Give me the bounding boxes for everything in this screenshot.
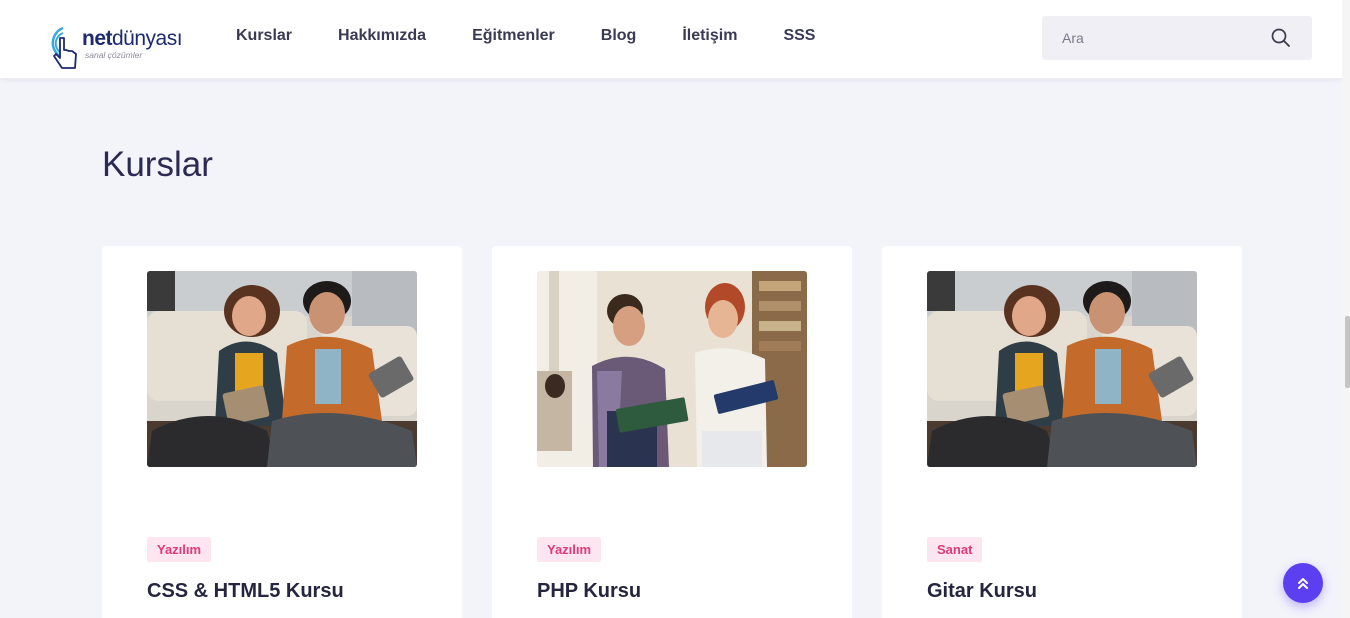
course-title[interactable]: PHP Kursu	[537, 580, 641, 603]
course-card[interactable]: Yazılım PHP Kursu	[492, 246, 852, 618]
nav-item-sss[interactable]: SSS	[783, 26, 815, 46]
course-title[interactable]: CSS & HTML5 Kursu	[147, 580, 344, 603]
nav-item-iletisim[interactable]: İletişim	[682, 26, 737, 46]
course-category-tag[interactable]: Yazılım	[537, 537, 602, 562]
nav-item-blog[interactable]: Blog	[601, 26, 637, 46]
nav-item-hakkimizda[interactable]: Hakkımızda	[338, 26, 426, 46]
students-with-books-photo	[537, 271, 807, 467]
course-card[interactable]: Yazılım CSS & HTML5 Kursu	[102, 246, 462, 618]
nav-item-egitmenler[interactable]: Eğitmenler	[472, 26, 555, 46]
course-category-tag[interactable]: Sanat	[927, 537, 983, 562]
hand-pointer-logo-icon	[51, 26, 77, 69]
main-nav: Kurslar Hakkımızda Eğitmenler Blog İleti…	[236, 26, 861, 46]
logo-tagline: sanal çözümler	[85, 50, 143, 60]
course-image[interactable]	[147, 271, 417, 467]
course-title[interactable]: Gitar Kursu	[927, 580, 1037, 603]
course-category-tag[interactable]: Yazılım	[147, 537, 212, 562]
logo-wordmark: netdünyası	[82, 27, 183, 50]
nav-item-kurslar[interactable]: Kurslar	[236, 26, 292, 46]
course-image[interactable]	[927, 271, 1197, 467]
logo-text-bold: net	[82, 27, 113, 50]
double-chevron-up-icon	[1298, 578, 1308, 589]
logo-text-rest: dünyası	[112, 27, 183, 50]
search-input[interactable]	[1042, 16, 1272, 60]
page-scrollbar[interactable]	[1342, 0, 1350, 618]
course-card[interactable]: Sanat Gitar Kursu	[882, 246, 1242, 618]
search-icon[interactable]	[1270, 27, 1292, 49]
course-image[interactable]	[537, 271, 807, 467]
students-with-tablet-photo	[147, 271, 417, 467]
scrollbar-thumb[interactable]	[1345, 316, 1350, 388]
page-title: Kurslar	[102, 145, 213, 184]
students-with-tablet-photo	[927, 271, 1197, 467]
site-header: netdünyası sanal çözümler Kurslar Hakkım…	[0, 0, 1342, 78]
scroll-to-top-button[interactable]	[1283, 563, 1323, 603]
site-logo[interactable]: netdünyası sanal çözümler	[45, 22, 185, 72]
